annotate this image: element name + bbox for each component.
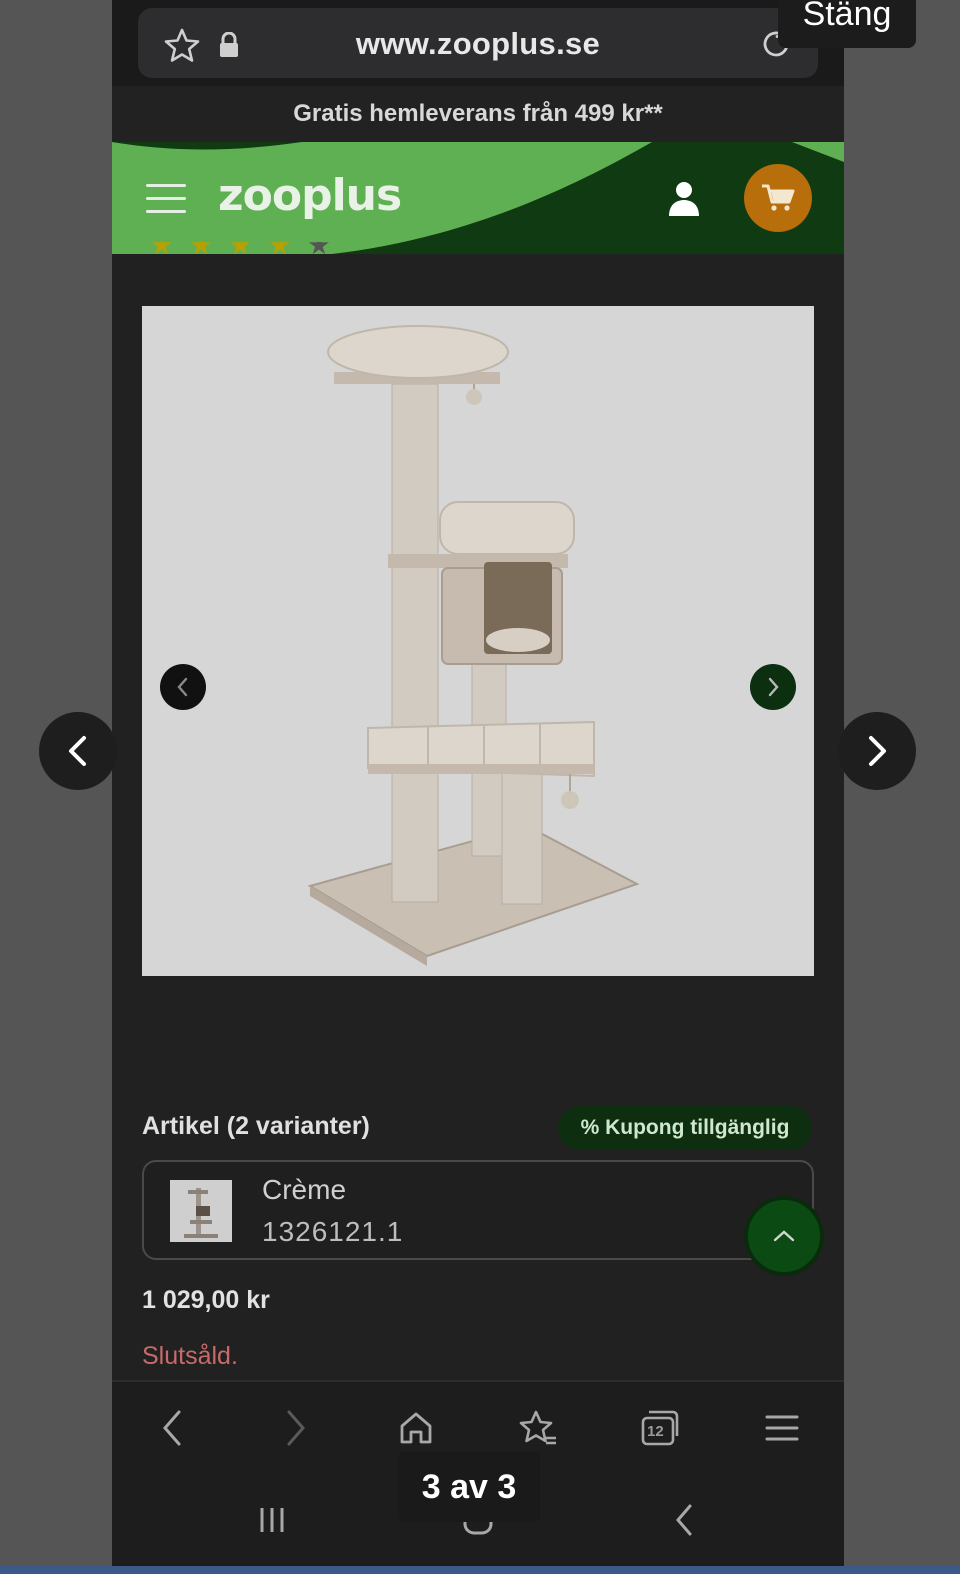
url-text[interactable]: www.zooplus.se: [138, 26, 818, 62]
chevron-right-icon: [768, 677, 779, 697]
forward-icon: [287, 1410, 305, 1446]
browser-address-area: www.zooplus.se: [112, 0, 844, 86]
user-icon[interactable]: [664, 178, 704, 218]
bookmark-star-icon: [519, 1410, 556, 1445]
carousel-next-button[interactable]: [750, 664, 796, 710]
viewer-next-button[interactable]: [838, 712, 916, 790]
close-button[interactable]: Stäng: [778, 0, 916, 48]
chevron-up-icon: [773, 1230, 795, 1242]
back-icon: [163, 1410, 181, 1446]
stock-status: Slutsåld.: [142, 1342, 238, 1370]
back-button[interactable]: [148, 1404, 196, 1452]
bookmarks-button[interactable]: [514, 1404, 562, 1452]
star-icon: ★: [150, 242, 174, 260]
browser-menu-button[interactable]: [758, 1404, 806, 1452]
home-icon: [400, 1412, 432, 1444]
variant-code: 1326121.1: [262, 1216, 404, 1247]
recent-apps-button[interactable]: [248, 1496, 296, 1544]
cart-icon: [762, 184, 795, 211]
variant-thumbnail: [170, 1180, 232, 1242]
price: 1 029,00 kr: [142, 1286, 270, 1314]
product-image[interactable]: [142, 306, 814, 976]
promo-banner[interactable]: Gratis hemleverans från 499 kr**: [112, 86, 844, 142]
chevron-left-icon: [69, 736, 86, 766]
viewer-bottom-border: [0, 1566, 960, 1574]
recent-apps-icon: [260, 1508, 284, 1532]
site-header: zooplus: [112, 142, 844, 254]
star-icon: ★: [189, 242, 213, 260]
coupon-badge[interactable]: % Kupong tillgänglig: [558, 1106, 812, 1150]
zooplus-logo[interactable]: zooplus: [218, 170, 402, 221]
cart-button[interactable]: [744, 164, 812, 232]
cat-tree-illustration: [307, 325, 640, 966]
viewer-prev-button[interactable]: [39, 712, 117, 790]
variant-name: Crème: [262, 1174, 347, 1205]
menu-icon: [765, 1415, 799, 1441]
carousel-prev-button[interactable]: [160, 664, 206, 710]
home-button[interactable]: [392, 1404, 440, 1452]
url-bar[interactable]: www.zooplus.se: [138, 8, 818, 78]
page-counter: 3 av 3: [398, 1452, 540, 1522]
menu-icon[interactable]: [146, 184, 186, 216]
variant-heading: Artikel (2 varianter): [142, 1112, 370, 1140]
chevron-left-icon: [177, 677, 188, 697]
phone-screenshot: www.zooplus.se Gratis hemleverans från 4…: [112, 0, 844, 1566]
forward-button[interactable]: [272, 1404, 320, 1452]
tab-count: 12: [647, 1423, 664, 1440]
variant-selector[interactable]: Crème 1326121.1: [142, 1160, 814, 1260]
chevron-right-icon: [869, 736, 886, 766]
scroll-to-top-button[interactable]: [744, 1196, 824, 1276]
star-icon: ★: [267, 242, 292, 260]
back-icon: [676, 1504, 692, 1536]
star-icon: ★: [228, 242, 252, 260]
tabs-button[interactable]: 12: [636, 1404, 684, 1452]
star-icon: ★: [307, 242, 331, 260]
system-back-button[interactable]: [660, 1496, 708, 1544]
rating-stars: ★ ★ ★ ★ ★: [150, 242, 380, 262]
